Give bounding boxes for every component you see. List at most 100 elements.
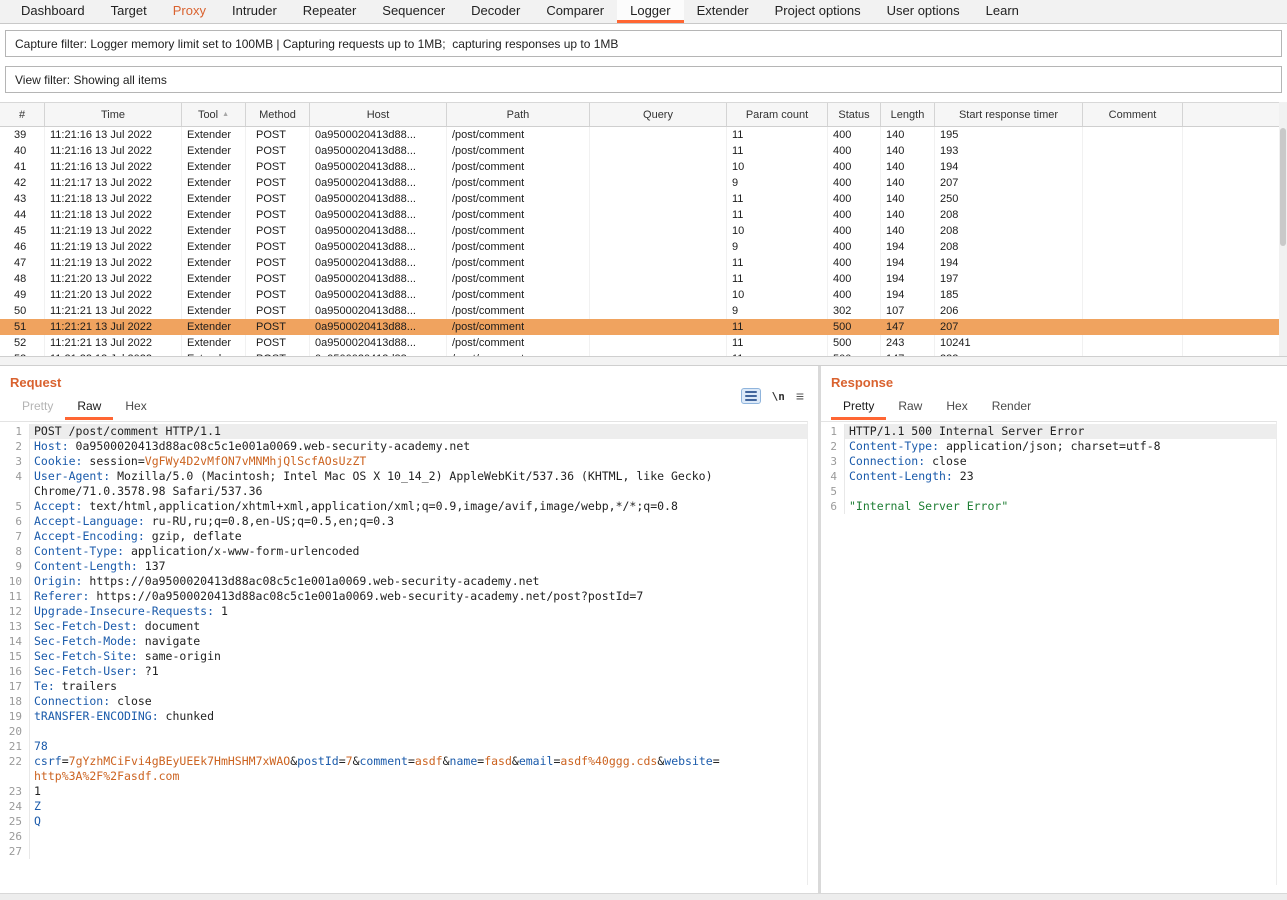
editor-line[interactable]: 20 [0,724,807,739]
bottom-scrollbar[interactable] [0,893,1287,900]
cell-method: POST [246,335,310,351]
column-header-comment[interactable]: Comment [1083,103,1183,126]
column-header-time[interactable]: Time [45,103,182,126]
horizontal-splitter[interactable] [0,356,1287,366]
request-subtab-raw[interactable]: Raw [65,394,113,420]
line-number: 17 [0,679,30,694]
tab-learn[interactable]: Learn [973,0,1032,23]
tab-target[interactable]: Target [98,0,160,23]
editor-line[interactable]: 12Upgrade-Insecure-Requests: 1 [0,604,807,619]
table-row-43[interactable]: 4311:21:18 13 Jul 2022ExtenderPOST0a9500… [0,191,1279,207]
editor-line[interactable]: 2Host: 0a9500020413d88ac08c5c1e001a0069.… [0,439,807,454]
editor-line[interactable]: 4User-Agent: Mozilla/5.0 (Macintosh; Int… [0,469,807,484]
line-content: Q [30,814,807,829]
editor-line[interactable]: 4Content-Length: 23 [821,469,1276,484]
table-row-41[interactable]: 4111:21:16 13 Jul 2022ExtenderPOST0a9500… [0,159,1279,175]
editor-line[interactable]: 13Sec-Fetch-Dest: document [0,619,807,634]
response-subtab-render[interactable]: Render [980,394,1043,420]
cell-param-count: 11 [727,255,828,271]
editor-line[interactable]: 1HTTP/1.1 500 Internal Server Error [821,424,1276,439]
table-row-40[interactable]: 4011:21:16 13 Jul 2022ExtenderPOST0a9500… [0,143,1279,159]
cell-method: POST [246,319,310,335]
scrollbar-thumb[interactable] [1280,128,1286,246]
cell-query [590,175,727,191]
editor-line[interactable]: 26 [0,829,807,844]
tab-user-options[interactable]: User options [874,0,973,23]
editor-line[interactable]: 11Referer: https://0a9500020413d88ac08c5… [0,589,807,604]
table-row-51[interactable]: 5111:21:21 13 Jul 2022ExtenderPOST0a9500… [0,319,1279,335]
editor-line[interactable]: 6"Internal Server Error" [821,499,1276,514]
editor-line[interactable]: 7Accept-Encoding: gzip, deflate [0,529,807,544]
table-row-44[interactable]: 4411:21:18 13 Jul 2022ExtenderPOST0a9500… [0,207,1279,223]
column-header-host[interactable]: Host [310,103,447,126]
cell-tool: Extender [182,191,246,207]
response-subtab-hex[interactable]: Hex [934,394,979,420]
tab-repeater[interactable]: Repeater [290,0,369,23]
editor-line[interactable]: 9Content-Length: 137 [0,559,807,574]
tab-dashboard[interactable]: Dashboard [8,0,98,23]
capture-filter-bar[interactable]: Capture filter: Logger memory limit set … [5,30,1282,57]
tab-comparer[interactable]: Comparer [533,0,617,23]
tab-project-options[interactable]: Project options [762,0,874,23]
column-header-path[interactable]: Path [447,103,590,126]
editor-line[interactable]: 2Content-Type: application/json; charset… [821,439,1276,454]
request-subtab-hex[interactable]: Hex [113,394,158,420]
tab-extender[interactable]: Extender [684,0,762,23]
column-header-method[interactable]: Method [246,103,310,126]
editor-line[interactable]: 6Accept-Language: ru-RU,ru;q=0.8,en-US;q… [0,514,807,529]
tab-sequencer[interactable]: Sequencer [369,0,458,23]
editor-line[interactable]: 22csrf=7gYzhMCiFvi4gBEyUEEk7HmHSHM7xWAO&… [0,754,807,769]
column-header-length[interactable]: Length [881,103,935,126]
table-row-42[interactable]: 4211:21:17 13 Jul 2022ExtenderPOST0a9500… [0,175,1279,191]
tab-proxy[interactable]: Proxy [160,0,219,23]
editor-line[interactable]: 14Sec-Fetch-Mode: navigate [0,634,807,649]
editor-line[interactable]: 5Accept: text/html,application/xhtml+xml… [0,499,807,514]
editor-line[interactable]: 10Origin: https://0a9500020413d88ac08c5c… [0,574,807,589]
editor-line[interactable]: 17Te: trailers [0,679,807,694]
editor-line[interactable]: 3Connection: close [821,454,1276,469]
editor-line[interactable]: 1POST /post/comment HTTP/1.1 [0,424,807,439]
column-header-status[interactable]: Status [828,103,881,126]
table-row-47[interactable]: 4711:21:19 13 Jul 2022ExtenderPOST0a9500… [0,255,1279,271]
request-editor[interactable]: 1POST /post/comment HTTP/1.12Host: 0a950… [0,421,808,885]
tab-intruder[interactable]: Intruder [219,0,290,23]
editor-line[interactable]: http%3A%2F%2Fasdf.com [0,769,807,784]
table-row-50[interactable]: 5011:21:21 13 Jul 2022ExtenderPOST0a9500… [0,303,1279,319]
editor-line[interactable]: 15Sec-Fetch-Site: same-origin [0,649,807,664]
editor-line[interactable]: 5 [821,484,1276,499]
cell-status: 400 [828,143,881,159]
editor-line[interactable]: 18Connection: close [0,694,807,709]
table-row-52[interactable]: 5211:21:21 13 Jul 2022ExtenderPOST0a9500… [0,335,1279,351]
editor-line[interactable]: 231 [0,784,807,799]
view-filter-bar[interactable]: View filter: Showing all items [5,66,1282,93]
cell-index: 48 [0,271,45,287]
table-vertical-scrollbar[interactable] [1279,102,1287,356]
response-subtab-raw[interactable]: Raw [886,394,934,420]
editor-line[interactable]: 16Sec-Fetch-User: ?1 [0,664,807,679]
table-row-39[interactable]: 3911:21:16 13 Jul 2022ExtenderPOST0a9500… [0,127,1279,143]
column-header-tool[interactable]: Tool▲ [182,103,246,126]
table-row-48[interactable]: 4811:21:20 13 Jul 2022ExtenderPOST0a9500… [0,271,1279,287]
editor-menu-icon[interactable]: ≡ [796,388,804,404]
tab-logger[interactable]: Logger [617,0,683,23]
table-row-46[interactable]: 4611:21:19 13 Jul 2022ExtenderPOST0a9500… [0,239,1279,255]
editor-line[interactable]: 2178 [0,739,807,754]
editor-line[interactable]: 8Content-Type: application/x-www-form-ur… [0,544,807,559]
editor-line[interactable]: Chrome/71.0.3578.98 Safari/537.36 [0,484,807,499]
table-row-45[interactable]: 4511:21:19 13 Jul 2022ExtenderPOST0a9500… [0,223,1279,239]
editor-line[interactable]: 24Z [0,799,807,814]
response-subtab-pretty[interactable]: Pretty [831,394,886,420]
editor-line[interactable]: 19tRANSFER-ENCODING: chunked [0,709,807,724]
editor-line[interactable]: 27 [0,844,807,859]
table-row-49[interactable]: 4911:21:20 13 Jul 2022ExtenderPOST0a9500… [0,287,1279,303]
format-lines-icon[interactable] [741,388,761,404]
column-header-query[interactable]: Query [590,103,727,126]
editor-line[interactable]: 25Q [0,814,807,829]
tab-decoder[interactable]: Decoder [458,0,533,23]
response-editor[interactable]: 1HTTP/1.1 500 Internal Server Error2Cont… [821,421,1277,885]
column-header-param-count[interactable]: Param count [727,103,828,126]
nonprintable-chars-icon[interactable]: \n [772,390,785,403]
column-header-index[interactable]: # [0,103,45,126]
editor-line[interactable]: 3Cookie: session=VgFWy4D2vMfON7vMNMhjQlS… [0,454,807,469]
column-header-start-response-timer[interactable]: Start response timer [935,103,1083,126]
